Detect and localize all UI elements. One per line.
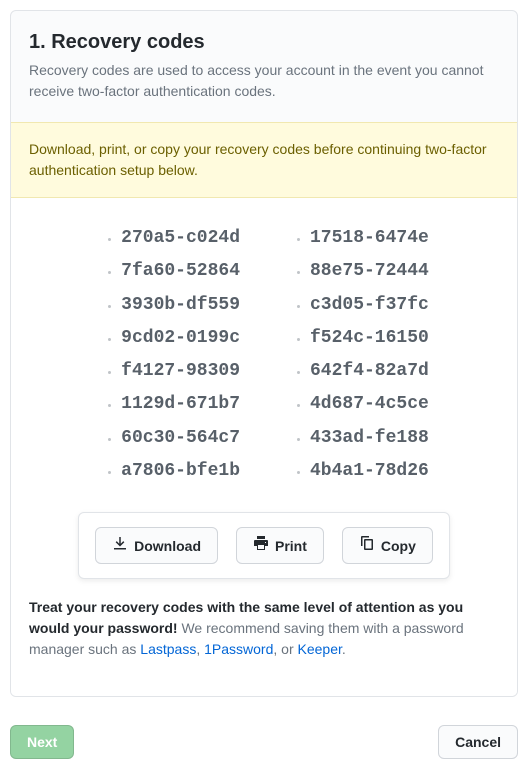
next-button[interactable]: Next bbox=[10, 725, 74, 759]
recovery-code: 9cd02-0199c bbox=[121, 322, 240, 355]
cancel-button[interactable]: Cancel bbox=[438, 725, 518, 759]
recovery-code: f524c-16150 bbox=[310, 322, 429, 355]
warning-banner: Download, print, or copy your recovery c… bbox=[11, 122, 517, 198]
panel-description: Recovery codes are used to access your a… bbox=[29, 60, 499, 102]
recovery-code: f4127-98309 bbox=[121, 355, 240, 388]
copy-icon bbox=[359, 535, 375, 556]
footer-actions: Next Cancel bbox=[10, 725, 518, 759]
security-note: Treat your recovery codes with the same … bbox=[29, 597, 499, 678]
copy-button[interactable]: Copy bbox=[342, 527, 433, 564]
recovery-code: 60c30-564c7 bbox=[121, 422, 240, 455]
codes-grid: 270a5-c024d 7fa60-52864 3930b-df559 9cd0… bbox=[29, 222, 499, 488]
download-button[interactable]: Download bbox=[95, 527, 218, 564]
onepassword-link[interactable]: 1Password bbox=[204, 641, 273, 657]
panel-header: 1. Recovery codes Recovery codes are use… bbox=[11, 11, 517, 110]
copy-label: Copy bbox=[381, 536, 416, 556]
recovery-code: 4b4a1-78d26 bbox=[310, 455, 429, 488]
recovery-code: 88e75-72444 bbox=[310, 255, 429, 288]
print-icon bbox=[253, 535, 269, 556]
print-label: Print bbox=[275, 536, 307, 556]
recovery-code: 433ad-fe188 bbox=[310, 422, 429, 455]
lastpass-link[interactable]: Lastpass bbox=[140, 641, 196, 657]
recovery-code: 270a5-c024d bbox=[121, 222, 240, 255]
download-label: Download bbox=[134, 536, 201, 556]
codes-section: 270a5-c024d 7fa60-52864 3930b-df559 9cd0… bbox=[11, 198, 517, 696]
actions-bar: Download Print Copy bbox=[78, 512, 450, 579]
recovery-code: 642f4-82a7d bbox=[310, 355, 429, 388]
recovery-code: 7fa60-52864 bbox=[121, 255, 240, 288]
download-icon bbox=[112, 535, 128, 556]
codes-col-left: 270a5-c024d 7fa60-52864 3930b-df559 9cd0… bbox=[99, 222, 240, 488]
print-button[interactable]: Print bbox=[236, 527, 324, 564]
keeper-link[interactable]: Keeper bbox=[298, 641, 342, 657]
recovery-code: 17518-6474e bbox=[310, 222, 429, 255]
recovery-code: 4d687-4c5ce bbox=[310, 388, 429, 421]
recovery-codes-panel: 1. Recovery codes Recovery codes are use… bbox=[10, 10, 518, 697]
recovery-code: a7806-bfe1b bbox=[121, 455, 240, 488]
codes-col-right: 17518-6474e 88e75-72444 c3d05-f37fc f524… bbox=[288, 222, 429, 488]
recovery-code: c3d05-f37fc bbox=[310, 289, 429, 322]
recovery-code: 1129d-671b7 bbox=[121, 388, 240, 421]
panel-title: 1. Recovery codes bbox=[29, 31, 499, 54]
recovery-code: 3930b-df559 bbox=[121, 289, 240, 322]
